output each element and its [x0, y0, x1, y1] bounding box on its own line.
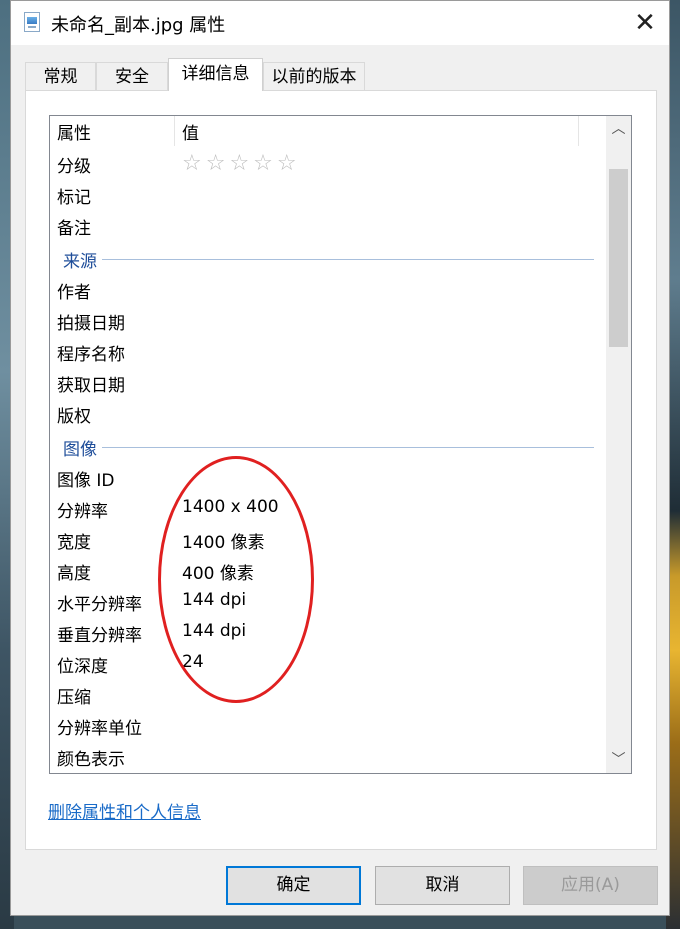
scroll-up-arrow-icon[interactable]: ︿	[606, 116, 631, 142]
property-label: 备注	[57, 219, 91, 239]
property-label: 水平分辨率	[57, 595, 142, 615]
property-label: 垂直分辨率	[57, 626, 142, 646]
list-row[interactable]: 宽度 1400 像素	[50, 525, 602, 556]
list-row[interactable]: 颜色表示	[50, 742, 602, 773]
list-row[interactable]: 标记	[50, 180, 602, 211]
ok-button[interactable]: 确定	[226, 866, 361, 905]
properties-dialog: 未命名_副本.jpg 属性 ✕ 常规 安全 详细信息 以前的版本 属性 值 分级…	[10, 0, 670, 916]
list-row[interactable]: 版权	[50, 399, 602, 430]
property-label: 宽度	[57, 533, 91, 553]
group-header-source[interactable]: 来源	[50, 244, 602, 275]
property-label: 图像 ID	[57, 471, 115, 491]
column-header-property[interactable]: 属性	[57, 119, 91, 144]
cancel-button[interactable]: 取消	[375, 866, 510, 905]
property-value: 1400 x 400	[182, 497, 279, 517]
close-button[interactable]: ✕	[629, 7, 661, 39]
property-value: 400 像素	[182, 564, 254, 584]
list-row[interactable]: 垂直分辨率 144 dpi	[50, 618, 602, 649]
title-bar[interactable]: 未命名_副本.jpg 属性 ✕	[11, 1, 669, 45]
list-row[interactable]: 高度 400 像素	[50, 556, 602, 587]
property-label: 分辨率单位	[57, 719, 142, 739]
list-row[interactable]: 位深度 24	[50, 649, 602, 680]
group-label: 图像	[63, 435, 101, 460]
property-list[interactable]: 属性 值 分级 ☆☆☆☆☆ 标记 备注 来源 作者 拍摄日期 程序名称 获取日期…	[49, 115, 632, 774]
property-value: 144 dpi	[182, 590, 247, 610]
column-divider[interactable]	[578, 116, 579, 146]
tab-previous-versions[interactable]: 以前的版本	[263, 62, 365, 90]
list-row[interactable]: 作者	[50, 275, 602, 306]
property-label: 作者	[57, 283, 91, 303]
window-title: 未命名_副本.jpg 属性	[51, 15, 226, 36]
property-value: 144 dpi	[182, 621, 247, 641]
property-label: 标记	[57, 188, 91, 208]
tab-details[interactable]: 详细信息	[168, 58, 263, 91]
list-row[interactable]: 拍摄日期	[50, 306, 602, 337]
group-divider	[102, 447, 594, 448]
remove-properties-link[interactable]: 删除属性和个人信息	[48, 798, 201, 823]
scroll-down-arrow-icon[interactable]: ﹀	[606, 747, 631, 773]
image-file-icon	[24, 12, 40, 32]
property-label: 版权	[57, 407, 91, 427]
tab-security[interactable]: 安全	[96, 62, 168, 90]
property-label: 位深度	[57, 657, 108, 677]
property-label: 拍摄日期	[57, 314, 125, 334]
list-row[interactable]: 压缩	[50, 680, 602, 711]
list-row[interactable]: 程序名称	[50, 337, 602, 368]
group-label: 来源	[63, 247, 101, 272]
tab-general[interactable]: 常规	[25, 62, 96, 90]
property-label: 获取日期	[57, 376, 125, 396]
list-header: 属性 值	[50, 116, 631, 146]
list-row[interactable]: 分辨率单位	[50, 711, 602, 742]
scrollbar-thumb[interactable]	[609, 169, 628, 347]
column-divider[interactable]	[174, 116, 175, 146]
property-label: 压缩	[57, 688, 91, 708]
property-value: 24	[182, 652, 204, 672]
group-header-image[interactable]: 图像	[50, 432, 602, 463]
vertical-scrollbar[interactable]: ︿ ﹀	[606, 116, 631, 773]
property-label: 颜色表示	[57, 750, 125, 770]
property-value: 1400 像素	[182, 533, 265, 553]
details-panel: 属性 值 分级 ☆☆☆☆☆ 标记 备注 来源 作者 拍摄日期 程序名称 获取日期…	[25, 90, 657, 850]
property-label: 分级	[57, 157, 91, 177]
column-header-value[interactable]: 值	[182, 119, 199, 144]
property-label: 高度	[57, 564, 91, 584]
property-label: 分辨率	[57, 502, 108, 522]
list-row[interactable]: 获取日期	[50, 368, 602, 399]
list-row[interactable]: 水平分辨率 144 dpi	[50, 587, 602, 618]
apply-button[interactable]: 应用(A)	[523, 866, 658, 905]
group-divider	[102, 259, 594, 260]
rating-stars[interactable]: ☆☆☆☆☆	[182, 151, 301, 176]
property-label: 程序名称	[57, 345, 125, 365]
list-row[interactable]: 图像 ID	[50, 463, 602, 494]
list-row[interactable]: 分辨率 1400 x 400	[50, 494, 602, 525]
list-row[interactable]: 备注	[50, 211, 602, 242]
list-row-rating[interactable]: 分级 ☆☆☆☆☆	[50, 149, 602, 180]
